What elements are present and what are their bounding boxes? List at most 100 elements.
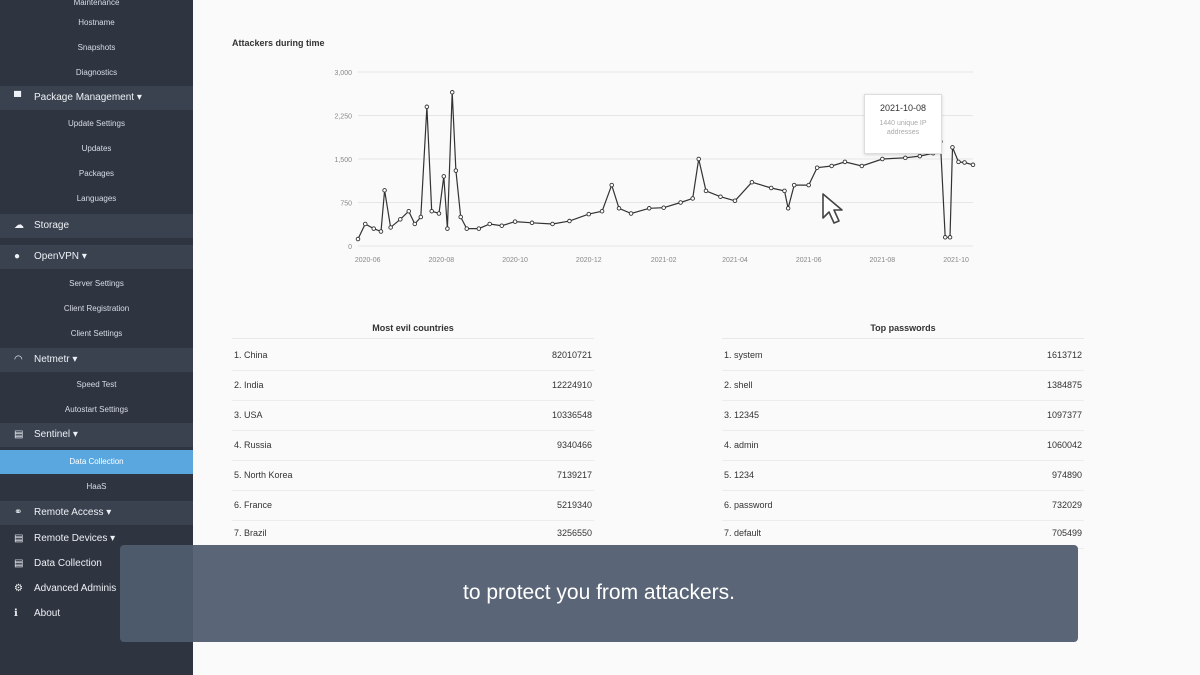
sidebar-item-storage[interactable]: ☁ Storage — [0, 214, 193, 238]
sidebar-item-openvpn[interactable]: ● OpenVPN ▾ — [0, 245, 193, 269]
x-tick-label: 2020-12 — [576, 257, 602, 264]
data-point — [806, 182, 811, 188]
table-row: 1. China 82010721 — [232, 340, 594, 371]
caret-down-icon: ▾ — [106, 507, 112, 518]
data-point — [956, 159, 961, 165]
video-subtitle-overlay: to protect you from attackers. — [120, 545, 1078, 642]
x-tick-label: 2021-02 — [651, 257, 677, 264]
country-name: 2. India — [234, 380, 264, 390]
data-point — [950, 145, 955, 150]
password-name: 1. system — [724, 350, 763, 360]
data-point — [464, 226, 469, 231]
sidebar-item-label: About — [34, 608, 61, 619]
sidebar-item-remote-access[interactable]: ⚭ Remote Access ▾ — [0, 501, 193, 525]
devices-icon: ▤ — [14, 533, 24, 544]
table-row: 3. USA 10336548 — [232, 400, 594, 431]
sidebar-item-data-collection-active[interactable]: Data Collection — [0, 450, 193, 474]
sidebar-item-label: Remote Access — [34, 507, 104, 518]
data-point — [529, 220, 535, 226]
data-point — [785, 206, 791, 211]
sidebar-item-speed-test[interactable]: Speed Test — [0, 379, 193, 391]
country-name: 4. Russia — [234, 440, 272, 450]
data-point — [441, 174, 447, 179]
table-row: 2. India 12224910 — [232, 370, 594, 401]
data-point — [829, 163, 834, 169]
password-value: 1384875 — [1046, 380, 1082, 390]
user-icon: ● — [14, 251, 21, 262]
sidebar-item-packages[interactable]: Packages — [0, 168, 193, 180]
password-name: 3. 12345 — [724, 410, 760, 420]
x-tick-label: 2021-06 — [796, 257, 822, 264]
table-row: 5. North Korea 7139217 — [232, 460, 594, 491]
data-point — [942, 235, 948, 240]
data-point — [628, 211, 634, 216]
sidebar-item-autostart-settings[interactable]: Autostart Settings — [0, 404, 193, 416]
y-tick-label: 1,500 — [334, 157, 352, 164]
data-point — [436, 211, 442, 216]
sidebar-item-label: Data Collection — [34, 558, 102, 569]
password-name: 6. password — [724, 500, 773, 510]
data-point — [418, 214, 424, 220]
data-point — [842, 159, 848, 165]
data-point — [690, 196, 695, 201]
sidebar-item-sentinel[interactable]: ▤ Sentinel ▾ — [0, 423, 193, 447]
data-point — [646, 206, 652, 211]
data-point — [512, 219, 518, 224]
sidebar-item-netmetr[interactable]: ◠ Netmetr ▾ — [0, 348, 193, 372]
sidebar-item-label: Advanced Adminis — [34, 583, 117, 594]
table-row: 6. France 5219340 — [232, 490, 594, 521]
table-row: 1. system 1613712 — [722, 340, 1084, 371]
subtitle-text: to protect you from attackers. — [463, 581, 735, 604]
country-value: 12224910 — [551, 380, 592, 390]
data-point — [445, 226, 450, 231]
sidebar-item-updates[interactable]: Updates — [0, 143, 193, 155]
data-point — [749, 179, 755, 185]
sidebar-item-snapshots[interactable]: Snapshots — [0, 42, 193, 54]
data-point — [970, 162, 976, 168]
data-point — [449, 90, 455, 95]
countries-table-title: Most evil countries — [232, 318, 594, 339]
sidebar-item-server-settings[interactable]: Server Settings — [0, 278, 193, 290]
table-row: 6. password 732029 — [722, 490, 1084, 521]
data-point — [382, 188, 387, 193]
data-point — [814, 165, 820, 170]
password-name: 4. admin — [724, 440, 759, 450]
data-point — [917, 153, 923, 159]
passwords-table-title: Top passwords — [722, 318, 1084, 339]
sidebar-item-diagnostics[interactable]: Diagnostics — [0, 67, 193, 79]
data-point — [599, 208, 605, 214]
data-point — [732, 198, 738, 204]
mouse-cursor-icon — [822, 193, 843, 224]
sidebar-item-hostname[interactable]: Hostname — [0, 17, 193, 29]
data-point — [406, 208, 411, 214]
password-value: 1613712 — [1046, 350, 1082, 360]
data-point — [768, 185, 774, 191]
country-value: 9340466 — [556, 440, 592, 450]
table-row: 4. admin 1060042 — [722, 430, 1084, 461]
country-name: 7. Brazil — [234, 528, 267, 538]
data-point — [880, 156, 885, 162]
sidebar-item-maintenance[interactable]: Maintenance — [0, 0, 193, 9]
sidebar-item-haas[interactable]: HaaS — [0, 481, 193, 493]
chart-tooltip: 2021-10-08 1440 unique IP addresses — [864, 94, 942, 154]
data-point — [453, 168, 459, 173]
data-point — [962, 160, 967, 165]
data-point — [859, 163, 865, 169]
data-point — [550, 221, 555, 227]
sidebar-item-languages[interactable]: Languages — [0, 193, 193, 205]
data-point — [782, 188, 787, 194]
sidebar-item-client-registration[interactable]: Client Registration — [0, 303, 193, 315]
country-value: 7139217 — [556, 470, 592, 480]
table-row: 3. 12345 1097377 — [722, 400, 1084, 431]
sidebar-item-package-management[interactable]: ▀ Package Management ▾ — [0, 86, 193, 110]
wifi-icon: ◠ — [14, 354, 23, 365]
attackers-line-chart[interactable]: 0 750 1,500 2,250 3,000 2020-06 2020-08 2020-1… — [320, 60, 990, 270]
sidebar-item-label: Remote Devices — [34, 533, 108, 544]
sidebar-item-client-settings[interactable]: Client Settings — [0, 328, 193, 340]
country-name: 3. USA — [234, 410, 263, 420]
database-icon: ▤ — [14, 429, 24, 440]
sidebar-item-update-settings[interactable]: Update Settings — [0, 118, 193, 130]
country-value: 3256550 — [556, 528, 592, 538]
password-value: 1097377 — [1046, 410, 1082, 420]
x-tick-label: 2020-10 — [502, 257, 528, 264]
